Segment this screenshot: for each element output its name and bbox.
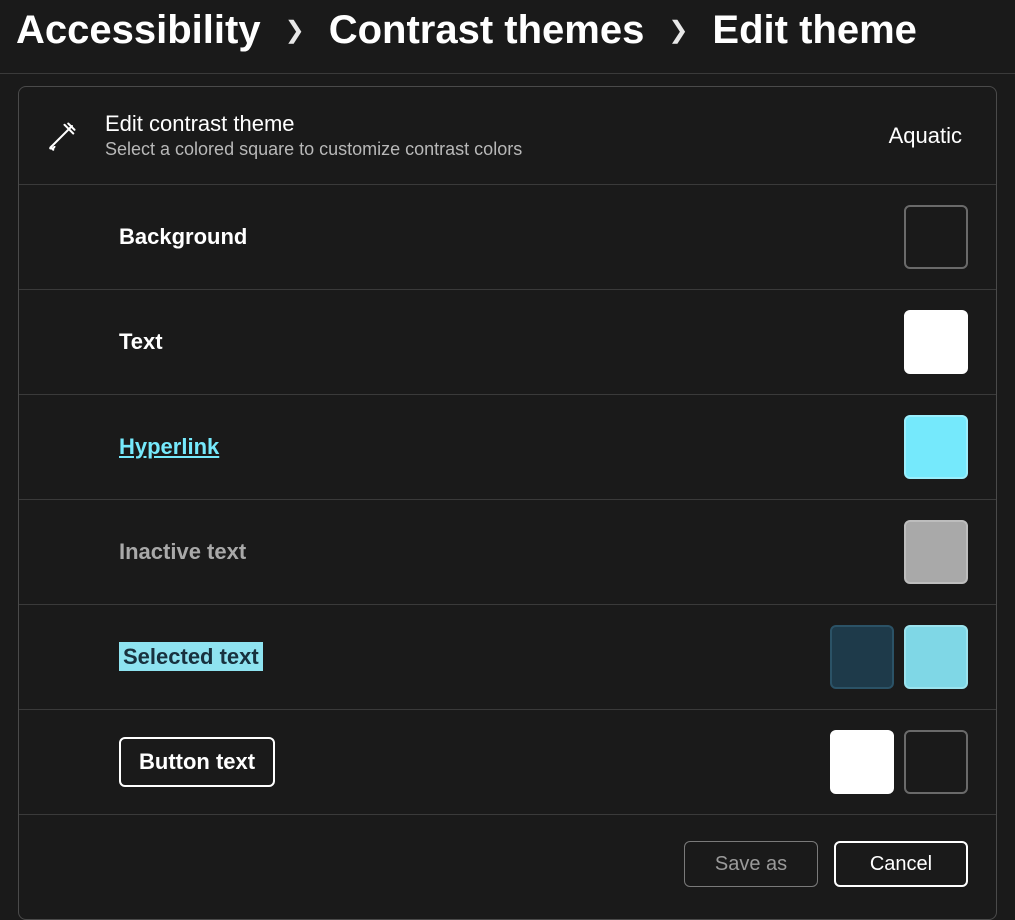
swatch-inactive[interactable] — [904, 520, 968, 584]
cancel-button[interactable]: Cancel — [834, 841, 968, 887]
label-hyperlink[interactable]: Hyperlink — [119, 434, 894, 460]
panel-header: Edit contrast theme Select a colored squ… — [19, 87, 996, 185]
theme-name: Aquatic — [889, 123, 968, 149]
panel-subtitle: Select a colored square to customize con… — [105, 139, 861, 160]
swatch-button-bg[interactable] — [904, 730, 968, 794]
breadcrumb: Accessibility ❯ Contrast themes ❯ Edit t… — [0, 0, 1015, 74]
breadcrumb-edit-theme: Edit theme — [712, 8, 916, 53]
save-as-button[interactable]: Save as — [684, 841, 818, 887]
label-button-wrap: Button text — [119, 737, 820, 787]
paint-brush-icon — [47, 121, 77, 151]
label-selected-wrap: Selected text — [119, 644, 820, 670]
swatch-background[interactable] — [904, 205, 968, 269]
label-selected: Selected text — [119, 642, 263, 671]
row-background: Background — [19, 185, 996, 290]
row-selected: Selected text — [19, 605, 996, 710]
label-button: Button text — [119, 737, 275, 787]
row-inactive: Inactive text — [19, 500, 996, 605]
swatch-selected-bg[interactable] — [904, 625, 968, 689]
label-text: Text — [119, 329, 894, 355]
label-background: Background — [119, 224, 894, 250]
breadcrumb-contrast-themes[interactable]: Contrast themes — [329, 8, 645, 53]
row-text: Text — [19, 290, 996, 395]
row-hyperlink: Hyperlink — [19, 395, 996, 500]
swatch-button-fg[interactable] — [830, 730, 894, 794]
panel-footer: Save as Cancel — [19, 815, 996, 919]
chevron-right-icon: ❯ — [285, 16, 305, 45]
edit-theme-panel: Edit contrast theme Select a colored squ… — [18, 86, 997, 920]
swatch-selected-fg[interactable] — [830, 625, 894, 689]
label-inactive: Inactive text — [119, 539, 894, 565]
swatch-hyperlink[interactable] — [904, 415, 968, 479]
panel-title: Edit contrast theme — [105, 111, 861, 137]
row-button-text: Button text — [19, 710, 996, 815]
swatch-text[interactable] — [904, 310, 968, 374]
breadcrumb-accessibility[interactable]: Accessibility — [16, 8, 261, 53]
chevron-right-icon: ❯ — [668, 16, 688, 45]
